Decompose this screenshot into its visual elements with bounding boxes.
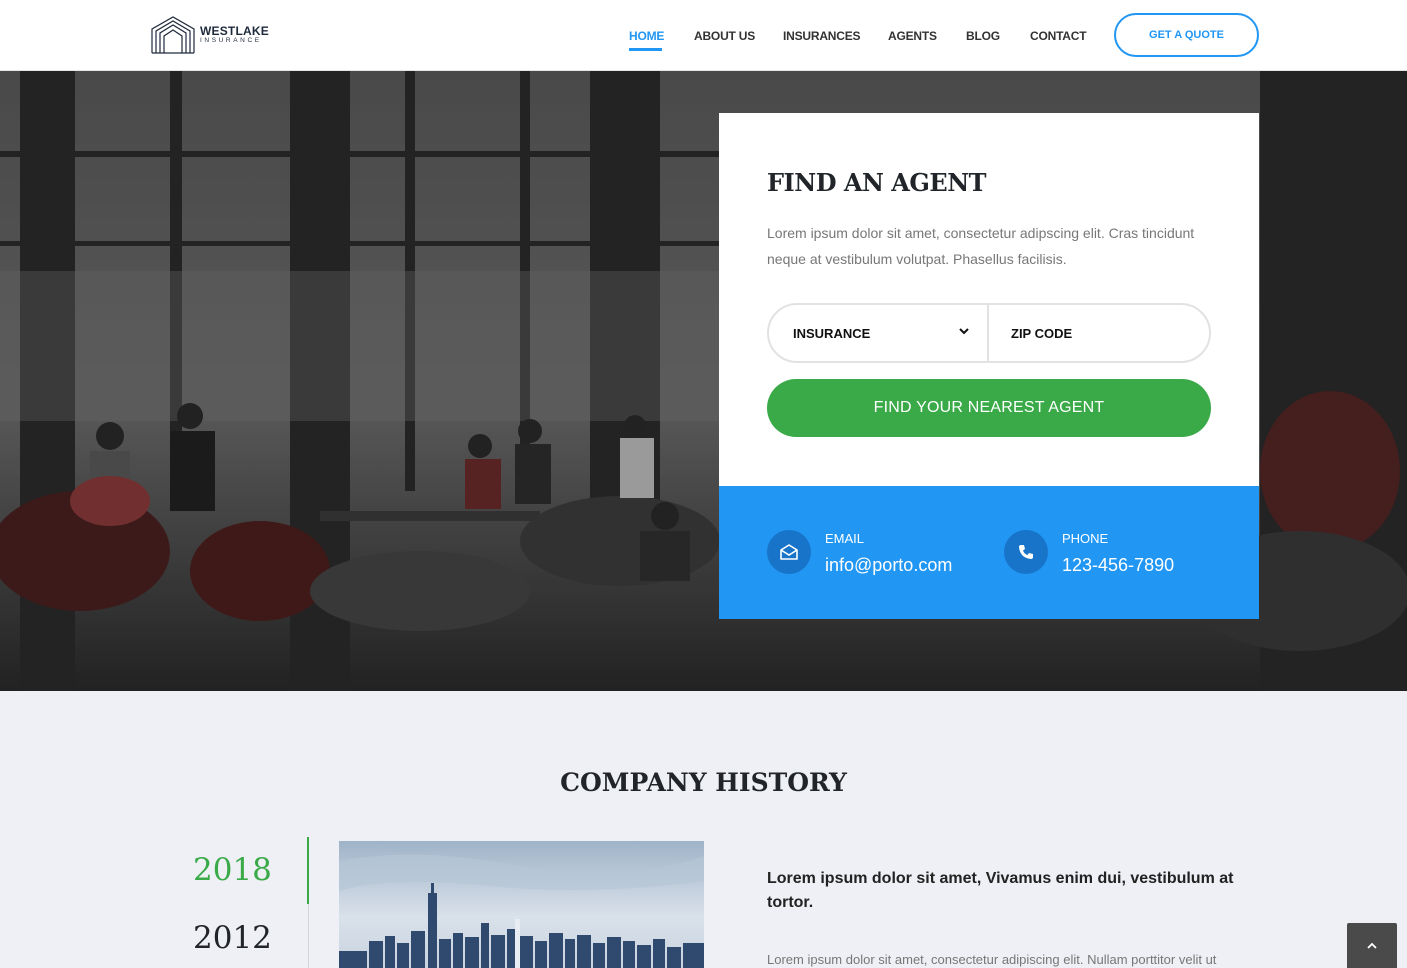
city-skyline-image xyxy=(339,841,704,968)
scroll-to-top-button[interactable] xyxy=(1347,923,1397,968)
email-label: EMAIL xyxy=(825,531,865,546)
find-agent-card: FIND AN AGENT Lorem ipsum dolor sit amet… xyxy=(719,113,1259,486)
nav-contact[interactable]: CONTACT xyxy=(1030,29,1087,43)
site-header: WESTLAKE INSURANCE HOME ABOUT US INSURAN… xyxy=(0,0,1407,71)
email-link[interactable]: info@porto.com xyxy=(825,555,952,576)
find-nearest-agent-button[interactable]: FIND YOUR NEAREST AGENT xyxy=(767,379,1211,437)
get-a-quote-button[interactable]: GET A QUOTE xyxy=(1114,13,1259,57)
history-heading: Lorem ipsum dolor sit amet, Vivamus enim… xyxy=(767,870,1234,911)
nav-active-indicator xyxy=(629,48,662,51)
timeline-year-2018[interactable]: 2018 xyxy=(193,852,272,888)
zip-code-placeholder: ZIP CODE xyxy=(1011,325,1073,341)
timeline-active-indicator xyxy=(307,837,309,904)
logo-icon xyxy=(151,16,195,54)
agent-search-form: INSURANCE ZIP CODE xyxy=(767,303,1211,363)
contact-band: EMAIL info@porto.com PHONE 123-456-7890 xyxy=(719,486,1259,619)
find-agent-title: FIND AN AGENT xyxy=(767,168,987,197)
logo[interactable]: WESTLAKE INSURANCE xyxy=(150,15,272,55)
find-agent-description: Lorem ipsum dolor sit amet, consectetur … xyxy=(767,225,1195,267)
envelope-open-icon xyxy=(767,530,811,574)
phone-link[interactable]: 123-456-7890 xyxy=(1062,555,1174,576)
insurance-select-value: INSURANCE xyxy=(793,325,871,341)
nav-home[interactable]: HOME xyxy=(629,29,664,43)
zip-code-input[interactable]: ZIP CODE xyxy=(989,305,1209,361)
chevron-up-icon xyxy=(1367,937,1377,955)
nav-blog[interactable]: BLOG xyxy=(966,29,1000,43)
logo-sub: INSURANCE xyxy=(200,37,262,45)
phone-label: PHONE xyxy=(1062,531,1109,546)
insurance-select[interactable]: INSURANCE xyxy=(769,305,989,361)
timeline-year-2012[interactable]: 2012 xyxy=(193,920,272,956)
phone-icon xyxy=(1004,530,1048,574)
company-history-title: COMPANY HISTORY xyxy=(560,768,847,797)
nav-agents[interactable]: AGENTS xyxy=(888,29,937,43)
nav-insurances[interactable]: INSURANCES xyxy=(783,29,861,43)
nav-about-us[interactable]: ABOUT US xyxy=(694,29,755,43)
chevron-down-icon xyxy=(959,327,969,338)
history-text: Lorem ipsum dolor sit amet, consectetur … xyxy=(767,952,1217,967)
logo-name: WESTLAKE xyxy=(200,24,269,39)
